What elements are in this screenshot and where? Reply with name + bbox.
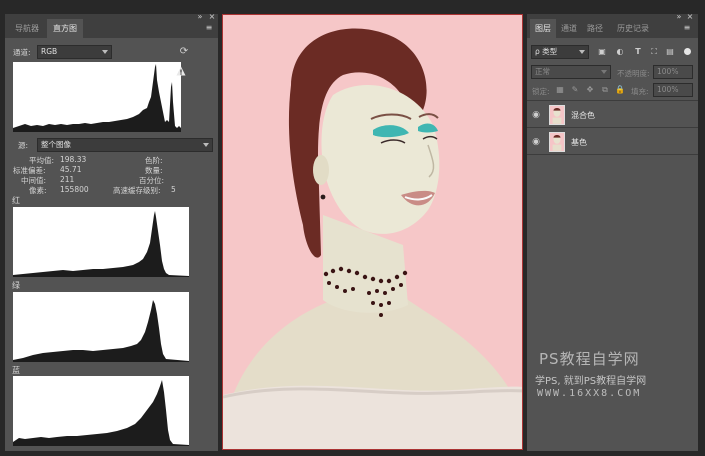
layers-panel-tabbar: 图层 通道 路径 历史记录 » × ≡ — [527, 12, 698, 38]
opacity-field[interactable]: 100% — [653, 65, 693, 79]
pixel-filter-icon[interactable]: ▣ — [597, 47, 607, 57]
opacity-label: 不透明度: — [617, 69, 650, 78]
pixels-value: 155800 — [60, 185, 89, 194]
blend-mode-value: 正常 — [535, 67, 550, 76]
blue-histogram-graph — [13, 380, 189, 446]
lock-image-icon[interactable]: ✎ — [570, 85, 580, 95]
chevron-down-icon — [601, 70, 607, 74]
mean-value: 198.33 — [60, 155, 87, 164]
layer-name[interactable]: 混合色 — [571, 110, 595, 121]
cache-value: 5 — [171, 185, 176, 194]
median-value: 211 — [60, 175, 75, 184]
refresh-icon[interactable]: ⟳ — [179, 47, 189, 57]
portrait-photo — [223, 15, 522, 449]
layer-thumbnail — [549, 132, 565, 152]
watermark-url: WWW.16XX8.COM — [537, 388, 642, 399]
source-select-value: 整个图像 — [41, 140, 71, 149]
shape-filter-icon[interactable]: ⛶ — [649, 47, 659, 57]
collapse-icon[interactable]: » — [195, 12, 205, 22]
divider — [527, 100, 698, 101]
rgb-histogram — [13, 62, 181, 132]
red-histogram — [13, 207, 189, 277]
eye-icon[interactable]: ◉ — [531, 137, 541, 147]
layer-kind-filter[interactable]: ρ 类型 — [531, 45, 589, 59]
chevron-down-icon — [203, 143, 209, 147]
layer-thumbnail — [549, 105, 565, 125]
channel-label: 通道: — [13, 48, 31, 57]
blend-mode-select[interactable]: 正常 — [531, 65, 611, 79]
close-icon[interactable]: × — [207, 12, 217, 22]
chevron-down-icon — [579, 50, 585, 54]
green-channel-label: 绿 — [12, 281, 20, 290]
chevron-down-icon — [102, 50, 108, 54]
green-histogram-graph — [13, 300, 189, 362]
lock-all-icon[interactable]: 🔒 — [615, 85, 625, 95]
panel-menu-icon[interactable]: ≡ — [682, 23, 692, 33]
red-histogram-graph — [13, 211, 189, 277]
layer-name[interactable]: 基色 — [571, 137, 587, 148]
histogram-panel-tabbar: 导航器 直方图 » × ≡ — [5, 12, 218, 38]
source-select[interactable]: 整个图像 — [37, 138, 213, 152]
watermark-tagline: 学PS, 就到PS教程自学网 — [535, 376, 647, 387]
blue-histogram — [13, 376, 189, 446]
lock-artboard-icon[interactable]: ⧉ — [600, 85, 610, 95]
fill-label: 填充: — [631, 87, 649, 96]
histogram-panel: 导航器 直方图 » × ≡ 通道: RGB ⟳ 源: 整个图像 平均值: 198… — [5, 12, 218, 451]
filter-toggle-icon[interactable] — [684, 48, 691, 55]
blue-channel-label: 蓝 — [12, 366, 20, 375]
fill-field[interactable]: 100% — [653, 83, 693, 97]
lock-label: 锁定: — [532, 87, 550, 96]
lock-transparent-icon[interactable]: ▦ — [555, 85, 565, 95]
panel-menu-icon[interactable]: ≡ — [204, 23, 214, 33]
lock-position-icon[interactable]: ✥ — [585, 85, 595, 95]
adjustment-filter-icon[interactable]: ◐ — [615, 47, 625, 57]
channel-select[interactable]: RGB — [37, 45, 112, 59]
green-histogram — [13, 292, 189, 362]
warning-icon[interactable] — [176, 66, 186, 76]
tab-paths[interactable]: 路径 — [582, 19, 608, 38]
tab-channels[interactable]: 通道 — [556, 19, 582, 38]
layer-kind-filter-value: ρ 类型 — [535, 47, 558, 56]
layers-panel: 图层 通道 路径 历史记录 » × ≡ ρ 类型 ▣ ◐ T ⛶ ▤ 正常 不透… — [527, 12, 698, 451]
rgb-histogram-graph — [13, 64, 181, 132]
tab-history[interactable]: 历史记录 — [611, 19, 655, 38]
channel-select-value: RGB — [41, 47, 58, 56]
eye-icon[interactable]: ◉ — [531, 110, 541, 120]
stddev-value: 45.71 — [60, 165, 82, 174]
tab-layers[interactable]: 图层 — [530, 19, 556, 38]
layer-row[interactable]: ◉ 混合色 — [527, 102, 698, 128]
layer-row[interactable]: ◉ 基色 — [527, 129, 698, 155]
collapse-icon[interactable]: » — [674, 12, 684, 22]
document-canvas[interactable] — [222, 14, 523, 450]
type-filter-icon[interactable]: T — [633, 47, 643, 57]
opacity-value: 100% — [657, 67, 679, 76]
fill-value: 100% — [657, 85, 679, 94]
source-label: 源: — [18, 141, 29, 150]
close-icon[interactable]: × — [685, 12, 695, 22]
red-channel-label: 红 — [12, 196, 20, 205]
pixels-label: 像素: — [29, 186, 47, 195]
smart-object-filter-icon[interactable]: ▤ — [665, 47, 675, 57]
tab-histogram[interactable]: 直方图 — [47, 19, 83, 38]
tab-navigator[interactable]: 导航器 — [8, 19, 46, 38]
cache-label: 高速缓存级别: — [113, 186, 161, 195]
watermark-title: PS教程自学网 — [539, 350, 640, 368]
